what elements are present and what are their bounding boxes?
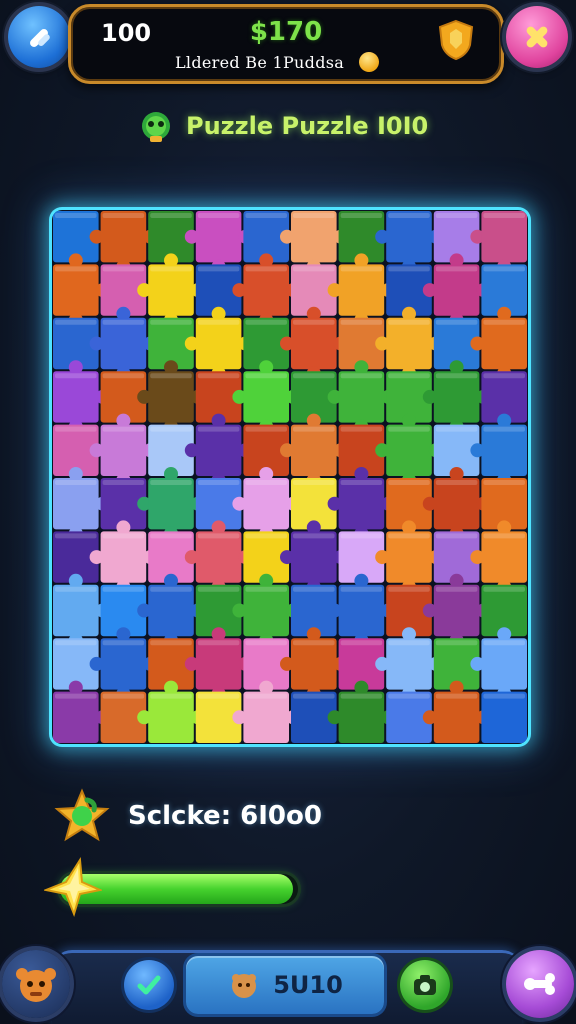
star-icon xyxy=(44,856,102,918)
puzzle-grid[interactable] xyxy=(52,210,528,744)
puzzle-piece[interactable] xyxy=(481,317,527,381)
puzzle-piece[interactable] xyxy=(195,264,247,321)
puzzle-piece[interactable] xyxy=(195,584,247,642)
close-icon xyxy=(526,26,548,48)
back-icon xyxy=(30,29,50,47)
puzzle-piece[interactable] xyxy=(481,211,527,274)
back-button[interactable] xyxy=(8,6,70,68)
puzzle-piece[interactable] xyxy=(100,691,152,743)
puzzle-piece[interactable] xyxy=(53,424,104,481)
puzzle-piece[interactable] xyxy=(195,478,247,535)
puzzle-piece[interactable] xyxy=(148,424,199,481)
puzzle-piece[interactable] xyxy=(386,371,437,428)
puzzle-piece[interactable] xyxy=(433,531,485,588)
puzzle-piece[interactable] xyxy=(291,478,342,535)
puzzle-piece[interactable] xyxy=(100,264,152,321)
puzzle-piece[interactable] xyxy=(433,317,485,375)
puzzle-piece[interactable] xyxy=(481,638,527,701)
close-button[interactable] xyxy=(506,6,568,68)
title-row: Puzzle Puzzle I0I0 xyxy=(136,104,428,148)
puzzle-piece[interactable] xyxy=(433,424,485,481)
hud-subtitle: Lldered Be 1Puddsa xyxy=(175,53,345,72)
puzzle-piece[interactable] xyxy=(243,424,294,481)
mascot-button[interactable] xyxy=(2,950,70,1018)
puzzle-piece[interactable] xyxy=(386,478,437,535)
puzzle-piece[interactable] xyxy=(433,638,485,695)
puzzle-piece[interactable] xyxy=(481,478,527,535)
top-hud: 100 $170 Lldered Be 1Puddsa xyxy=(68,4,504,84)
puzzle-piece[interactable] xyxy=(53,638,104,695)
puzzle-piece[interactable] xyxy=(291,691,342,743)
puzzle-piece[interactable] xyxy=(100,584,152,642)
puzzle-piece[interactable] xyxy=(433,211,485,268)
puzzle-piece[interactable] xyxy=(53,531,104,588)
share-icon xyxy=(524,973,555,995)
puzzle-piece[interactable] xyxy=(481,691,527,743)
puzzle-piece[interactable] xyxy=(100,371,152,428)
monster-icon xyxy=(16,968,56,1002)
puzzle-piece[interactable] xyxy=(291,584,342,642)
puzzle-piece[interactable] xyxy=(481,424,527,487)
share-button[interactable] xyxy=(506,950,574,1018)
puzzle-piece[interactable] xyxy=(195,371,247,428)
puzzle-piece[interactable] xyxy=(481,371,527,428)
play-button[interactable]: 5U10 xyxy=(186,956,384,1014)
camera-icon xyxy=(414,975,436,995)
puzzle-piece[interactable] xyxy=(481,584,527,642)
check-button[interactable] xyxy=(124,960,174,1010)
play-button-label: 5U10 xyxy=(273,971,343,999)
camera-button[interactable] xyxy=(400,960,450,1010)
puzzle-piece[interactable] xyxy=(100,478,152,535)
puzzle-piece[interactable] xyxy=(148,317,199,375)
puzzle-piece[interactable] xyxy=(338,638,390,695)
puzzle-piece[interactable] xyxy=(148,211,199,268)
puzzle-board[interactable] xyxy=(52,210,528,744)
puzzle-piece[interactable] xyxy=(386,584,437,642)
puzzle-piece[interactable] xyxy=(243,531,294,588)
puzzle-piece[interactable] xyxy=(338,531,390,588)
puzzle-piece[interactable] xyxy=(481,264,527,321)
puzzle-piece[interactable] xyxy=(338,317,390,375)
puzzle-piece[interactable] xyxy=(148,638,199,695)
score-row: Sclcke: 6I0o0 xyxy=(54,786,322,846)
star-gem-icon xyxy=(54,788,110,842)
puzzle-piece[interactable] xyxy=(386,264,437,321)
puzzle-piece[interactable] xyxy=(53,211,104,268)
puzzle-piece[interactable] xyxy=(291,371,342,428)
cookie-icon xyxy=(232,974,257,998)
puzzle-piece[interactable] xyxy=(53,317,104,375)
puzzle-piece[interactable] xyxy=(386,691,437,743)
page-title: Puzzle Puzzle I0I0 xyxy=(186,112,429,140)
puzzle-piece[interactable] xyxy=(243,211,294,268)
puzzle-piece[interactable] xyxy=(243,317,294,375)
puzzle-piece[interactable] xyxy=(243,638,294,695)
puzzle-piece[interactable] xyxy=(338,211,390,268)
game-screen: 100 $170 Lldered Be 1Puddsa Puzzle Puzzl… xyxy=(0,0,576,1024)
puzzle-piece[interactable] xyxy=(195,691,247,743)
puzzle-mascot-icon xyxy=(142,112,170,142)
puzzle-piece[interactable] xyxy=(338,424,390,481)
puzzle-piece[interactable] xyxy=(291,264,342,321)
puzzle-piece[interactable] xyxy=(481,531,527,594)
shield-icon[interactable] xyxy=(437,19,475,61)
check-icon xyxy=(137,975,161,995)
score-label: Sclcke: 6I0o0 xyxy=(128,801,322,831)
puzzle-piece[interactable] xyxy=(148,531,199,588)
coin-icon xyxy=(356,49,382,75)
